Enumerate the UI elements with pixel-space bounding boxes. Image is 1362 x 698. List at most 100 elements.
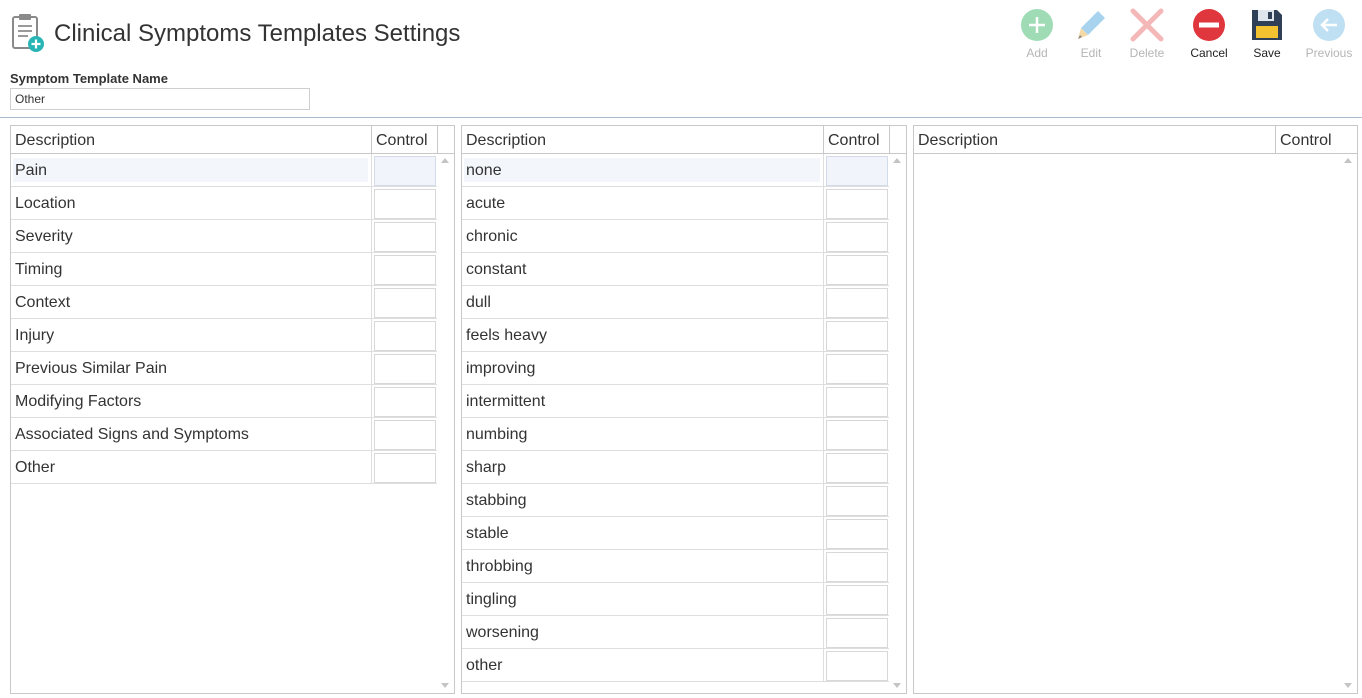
row-control-cell[interactable] — [826, 618, 888, 648]
table-row[interactable]: stable — [462, 517, 889, 550]
row-description[interactable]: stabbing — [462, 484, 824, 516]
row-control-cell[interactable] — [826, 585, 888, 615]
row-control-cell[interactable] — [374, 156, 436, 186]
template-name-input[interactable] — [10, 88, 310, 110]
table-row[interactable]: stabbing — [462, 484, 889, 517]
table-row[interactable]: Pain — [11, 154, 437, 187]
row-description[interactable]: Pain — [11, 154, 372, 186]
row-control-cell[interactable] — [826, 486, 888, 516]
row-control-cell[interactable] — [374, 387, 436, 417]
table-row[interactable]: intermittent — [462, 385, 889, 418]
table-row[interactable]: throbbing — [462, 550, 889, 583]
scroll-up-icon[interactable] — [893, 158, 901, 163]
row-description[interactable]: constant — [462, 253, 824, 285]
row-description[interactable]: improving — [462, 352, 824, 384]
description-column-header[interactable]: Description — [462, 126, 824, 153]
vertical-scrollbar[interactable] — [1340, 154, 1357, 693]
row-control-cell[interactable] — [826, 453, 888, 483]
table-row[interactable]: sharp — [462, 451, 889, 484]
table-row[interactable]: improving — [462, 352, 889, 385]
vertical-scrollbar[interactable] — [437, 154, 454, 693]
table-row[interactable]: acute — [462, 187, 889, 220]
table-row[interactable]: constant — [462, 253, 889, 286]
save-button[interactable]: Save — [1238, 6, 1296, 64]
row-control-cell[interactable] — [374, 420, 436, 450]
row-description[interactable]: Modifying Factors — [11, 385, 372, 417]
previous-button[interactable]: Previous — [1300, 6, 1358, 64]
row-control-cell[interactable] — [826, 156, 888, 186]
row-description[interactable]: Other — [11, 451, 372, 483]
row-description[interactable]: numbing — [462, 418, 824, 450]
table-row[interactable]: Timing — [11, 253, 437, 286]
control-column-header[interactable]: Control — [372, 126, 438, 153]
table-row[interactable]: Severity — [11, 220, 437, 253]
scroll-down-icon[interactable] — [441, 683, 449, 688]
delete-button[interactable]: Delete — [1118, 6, 1176, 64]
row-description[interactable]: throbbing — [462, 550, 824, 582]
table-row[interactable]: numbing — [462, 418, 889, 451]
vertical-scrollbar[interactable] — [889, 154, 906, 693]
row-description[interactable]: chronic — [462, 220, 824, 252]
row-control-cell[interactable] — [826, 651, 888, 681]
row-control-cell[interactable] — [826, 519, 888, 549]
row-description[interactable]: intermittent — [462, 385, 824, 417]
row-description[interactable]: Associated Signs and Symptoms — [11, 418, 372, 450]
row-description[interactable]: Timing — [11, 253, 372, 285]
row-description[interactable]: other — [462, 649, 824, 681]
row-control-cell[interactable] — [374, 453, 436, 483]
row-control-cell[interactable] — [374, 354, 436, 384]
row-description[interactable]: tingling — [462, 583, 824, 615]
row-control-cell[interactable] — [374, 321, 436, 351]
scroll-up-icon[interactable] — [1344, 158, 1352, 163]
row-control-cell[interactable] — [374, 288, 436, 318]
table-row[interactable]: other — [462, 649, 889, 682]
row-description[interactable]: dull — [462, 286, 824, 318]
row-control-cell[interactable] — [826, 552, 888, 582]
table-row[interactable]: Associated Signs and Symptoms — [11, 418, 437, 451]
row-description[interactable]: acute — [462, 187, 824, 219]
add-button[interactable]: Add — [1008, 6, 1066, 64]
table-row[interactable]: Injury — [11, 319, 437, 352]
table-row[interactable]: Other — [11, 451, 437, 484]
row-description[interactable]: Previous Similar Pain — [11, 352, 372, 384]
table-row[interactable]: tingling — [462, 583, 889, 616]
row-control-cell[interactable] — [374, 222, 436, 252]
row-description[interactable]: Location — [11, 187, 372, 219]
scroll-up-icon[interactable] — [441, 158, 449, 163]
row-description[interactable]: none — [462, 154, 824, 186]
row-description[interactable]: stable — [462, 517, 824, 549]
row-description[interactable]: Severity — [11, 220, 372, 252]
table-row[interactable]: Modifying Factors — [11, 385, 437, 418]
row-control-cell[interactable] — [826, 420, 888, 450]
description-column-header[interactable]: Description — [11, 126, 372, 153]
scroll-down-icon[interactable] — [893, 683, 901, 688]
table-row[interactable]: dull — [462, 286, 889, 319]
row-control-cell[interactable] — [826, 321, 888, 351]
row-description[interactable]: worsening — [462, 616, 824, 648]
table-row[interactable]: Location — [11, 187, 437, 220]
control-column-header[interactable]: Control — [824, 126, 890, 153]
row-control-cell[interactable] — [826, 288, 888, 318]
row-control-cell[interactable] — [374, 189, 436, 219]
table-row[interactable]: Context — [11, 286, 437, 319]
table-row[interactable]: none — [462, 154, 889, 187]
row-control-cell[interactable] — [826, 255, 888, 285]
description-column-header[interactable]: Description — [914, 126, 1276, 153]
row-control-cell[interactable] — [826, 387, 888, 417]
row-description[interactable]: Injury — [11, 319, 372, 351]
row-description[interactable]: sharp — [462, 451, 824, 483]
row-description[interactable]: Context — [11, 286, 372, 318]
table-row[interactable]: feels heavy — [462, 319, 889, 352]
table-row[interactable]: chronic — [462, 220, 889, 253]
row-control-cell[interactable] — [826, 222, 888, 252]
row-description[interactable]: feels heavy — [462, 319, 824, 351]
table-row[interactable]: worsening — [462, 616, 889, 649]
table-row[interactable]: Previous Similar Pain — [11, 352, 437, 385]
row-control-cell[interactable] — [826, 354, 888, 384]
row-control-cell[interactable] — [374, 255, 436, 285]
cancel-button[interactable]: Cancel — [1180, 6, 1238, 64]
edit-button[interactable]: Edit — [1062, 6, 1120, 64]
row-control-cell[interactable] — [826, 189, 888, 219]
control-column-header[interactable]: Control — [1276, 126, 1342, 153]
scroll-down-icon[interactable] — [1344, 683, 1352, 688]
